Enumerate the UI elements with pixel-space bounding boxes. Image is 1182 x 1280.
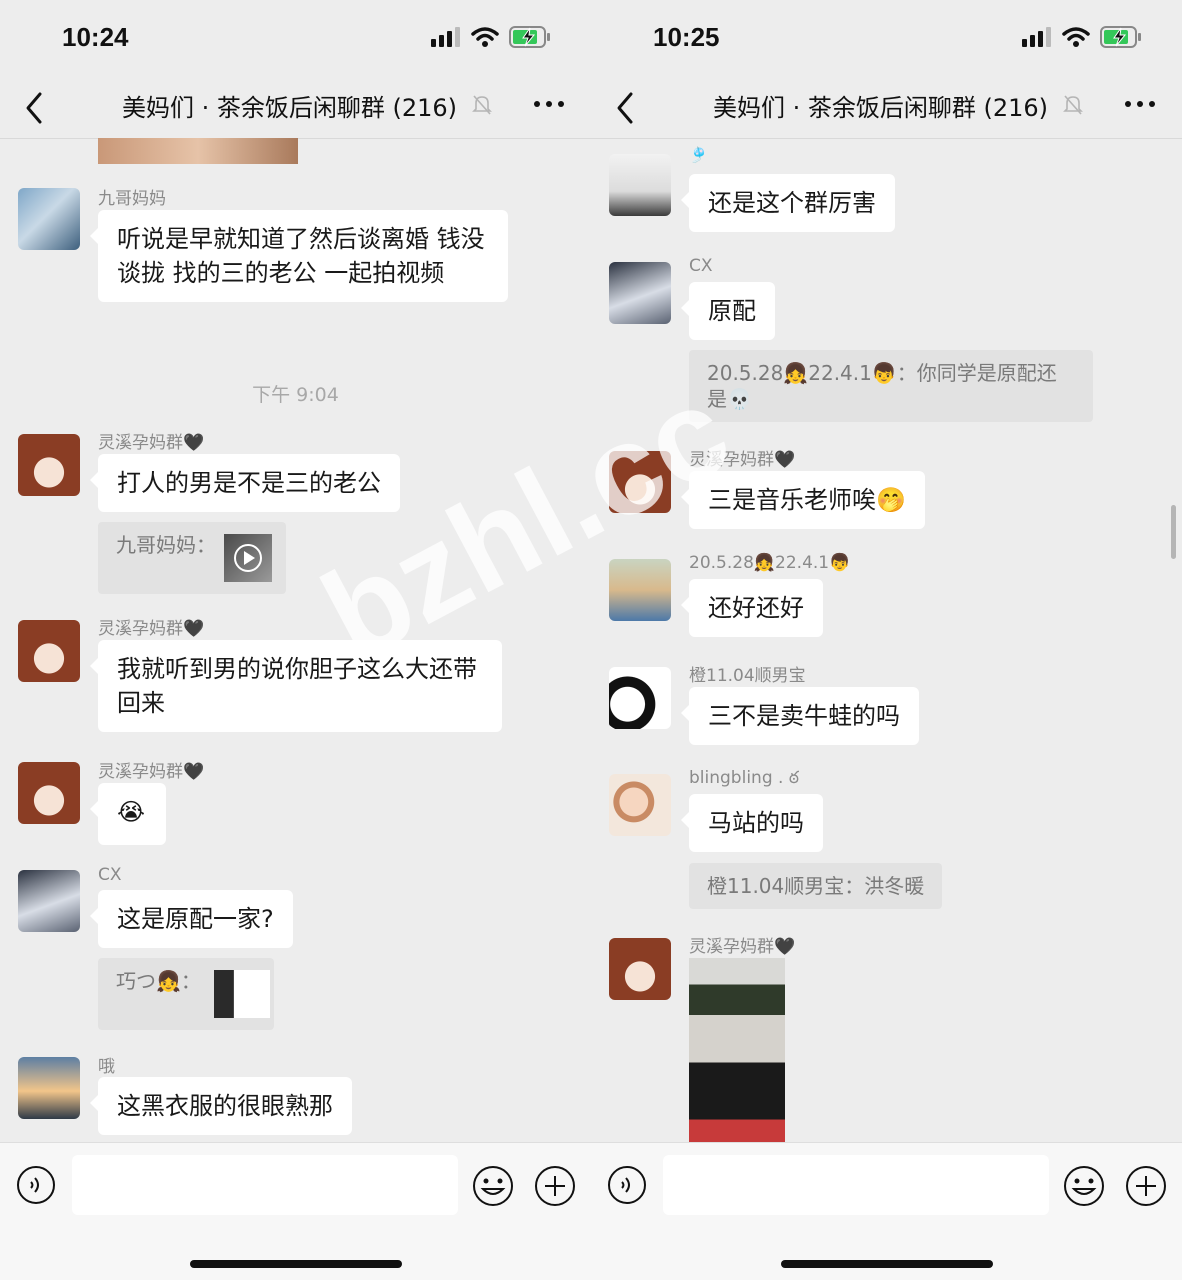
message-bubble[interactable]: 这黑衣服的很眼熟那 (90, 1077, 352, 1135)
input-bar (0, 1142, 591, 1280)
voice-input-icon[interactable] (16, 1165, 56, 1205)
mute-bell-icon (1063, 95, 1083, 115)
chat-header: 美妈们 · 茶余饭后闲聊群 (216) (591, 78, 1182, 139)
message-bubble[interactable]: 我就听到男的说你胆子这么大还带回来 (90, 640, 502, 732)
chat-header: 美妈们 · 茶余饭后闲聊群 (216) (0, 78, 591, 139)
wifi-icon (471, 27, 499, 47)
avatar[interactable] (609, 774, 671, 836)
emoji-message[interactable]: 😭 (90, 783, 166, 845)
message-bubble[interactable]: 这是原配一家? (90, 890, 293, 948)
home-indicator[interactable] (781, 1260, 993, 1268)
message-list[interactable]: 🎐 还是这个群厉害 CX 原配 20.5.28👧22.4.1👦：你同学是原配还是… (591, 138, 1182, 1143)
avatar[interactable] (609, 938, 671, 1000)
photo-message[interactable] (689, 958, 785, 1143)
message-bubble[interactable]: 听说是早就知道了然后谈离婚 钱没谈拢 找的三的老公 一起拍视频 (90, 210, 508, 302)
emoji-icon[interactable] (1063, 1165, 1105, 1207)
timestamp: 下午 9:04 (252, 384, 339, 406)
more-options-icon[interactable] (1124, 88, 1156, 120)
avatar[interactable] (18, 1057, 80, 1119)
avatar[interactable] (18, 620, 80, 682)
sender-name: 九哥妈妈 (98, 189, 166, 209)
message-bubble[interactable]: 马站的吗 (681, 794, 823, 852)
sender-name: 哦 (98, 1057, 115, 1077)
battery-charging-icon (1100, 26, 1141, 48)
avatar[interactable] (609, 154, 671, 216)
video-thumbnail[interactable] (224, 534, 272, 582)
right-chat-screen: 10:25 美妈们 · 茶余饭后闲聊群 (216) 🎐 还是这个群厉害 CX 原… (591, 0, 1182, 1280)
quoted-reply[interactable]: 20.5.28👧22.4.1👦：你同学是原配还是💀 (689, 350, 1093, 422)
sender-name: 灵溪孕妈群🖤 (98, 433, 205, 453)
scrollbar[interactable] (1171, 505, 1176, 559)
avatar[interactable] (609, 559, 671, 621)
image-thumbnail[interactable] (214, 970, 270, 1018)
back-arrow-icon[interactable] (20, 90, 50, 126)
sender-name: blingbling . ఠ (689, 768, 799, 788)
chat-title: 美妈们 · 茶余饭后闲聊群 (216) (713, 94, 1049, 122)
signal-icon (1022, 27, 1051, 47)
plus-icon[interactable] (534, 1165, 576, 1207)
left-chat-screen: 10:24 美妈们 · 茶余饭后闲聊群 (216) 九哥妈妈 听说是早就知道了然… (0, 0, 591, 1280)
home-indicator[interactable] (190, 1260, 402, 1268)
sender-name: 20.5.28👧22.4.1👦 (689, 553, 851, 573)
avatar[interactable] (18, 870, 80, 932)
message-bubble[interactable]: 还好还好 (681, 579, 823, 637)
sender-name: CX (689, 256, 713, 276)
quoted-reply[interactable]: 九哥妈妈： (98, 522, 286, 594)
message-bubble[interactable]: 打人的男是不是三的老公 (90, 454, 400, 512)
status-time: 10:24 (62, 22, 129, 52)
sender-name: 灵溪孕妈群🖤 (98, 619, 205, 639)
avatar[interactable] (609, 262, 671, 324)
sender-name: CX (98, 865, 122, 885)
sender-name: 灵溪孕妈群🖤 (689, 937, 796, 957)
avatar[interactable] (609, 667, 671, 729)
mute-bell-icon (472, 95, 492, 115)
sender-name: 灵溪孕妈群🖤 (98, 762, 205, 782)
more-options-icon[interactable] (533, 88, 565, 120)
message-bubble[interactable]: 三不是卖牛蛙的吗 (681, 687, 919, 745)
battery-charging-icon (509, 26, 550, 48)
sender-name: 🎐 (689, 146, 708, 164)
quoted-reply[interactable]: 橙11.04顺男宝：洪冬暖 (689, 863, 943, 909)
chat-title: 美妈们 · 茶余饭后闲聊群 (216) (122, 94, 458, 122)
avatar[interactable] (18, 188, 80, 250)
message-list[interactable]: 九哥妈妈 听说是早就知道了然后谈离婚 钱没谈拢 找的三的老公 一起拍视频 下午 … (0, 138, 591, 1143)
emoji-icon[interactable] (472, 1165, 514, 1207)
back-arrow-icon[interactable] (611, 90, 641, 126)
message-input[interactable] (663, 1155, 1049, 1215)
quote-text: 九哥妈妈： (116, 533, 216, 557)
message-input[interactable] (72, 1155, 458, 1215)
plus-icon[interactable] (1125, 1165, 1167, 1207)
avatar[interactable] (18, 762, 80, 824)
status-time: 10:25 (653, 22, 720, 52)
avatar[interactable] (18, 434, 80, 496)
signal-icon (431, 27, 460, 47)
wifi-icon (1062, 27, 1090, 47)
status-bar: 10:24 (0, 0, 591, 78)
quoted-reply[interactable]: 巧つ👧： (98, 958, 274, 1030)
cropped-image-message[interactable] (98, 138, 298, 164)
message-bubble[interactable]: 原配 (681, 282, 775, 340)
quote-text: 巧つ👧： (116, 969, 201, 993)
status-bar: 10:25 (591, 0, 1182, 78)
sender-name: 橙11.04顺男宝 (689, 666, 806, 686)
message-bubble[interactable]: 还是这个群厉害 (681, 174, 895, 232)
input-bar (591, 1142, 1182, 1280)
voice-input-icon[interactable] (607, 1165, 647, 1205)
play-icon (234, 544, 262, 572)
